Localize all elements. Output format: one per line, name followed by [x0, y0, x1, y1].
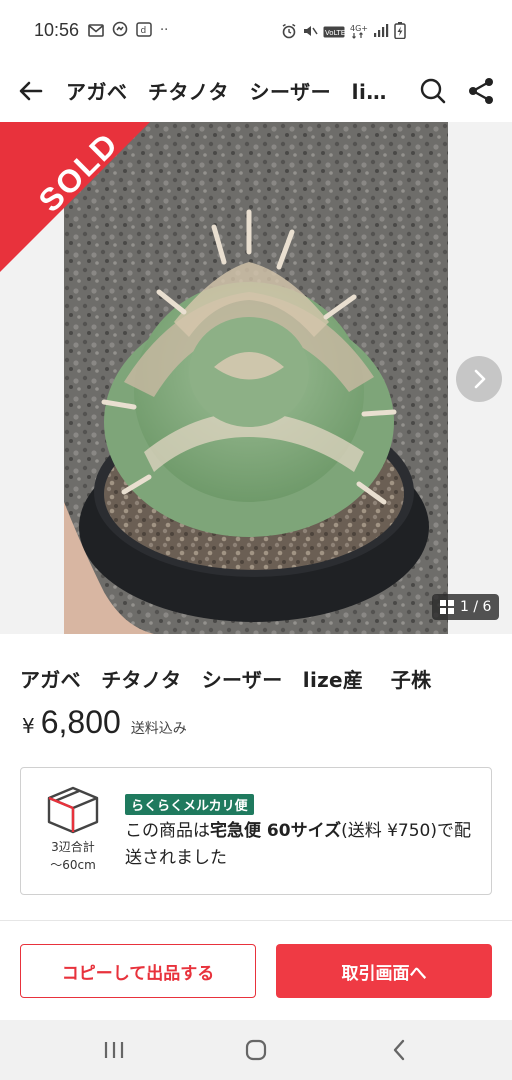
recents-button[interactable]	[98, 1034, 130, 1066]
mail-icon	[88, 22, 104, 41]
price-row: ¥ 6,800 送料込み	[22, 704, 187, 741]
status-right-icons: VoLTE 4G+	[281, 22, 406, 43]
currency-symbol: ¥	[22, 714, 35, 738]
messenger-icon	[112, 21, 128, 41]
svg-text:d: d	[141, 26, 147, 36]
item-price: 6,800	[40, 704, 121, 740]
next-image-button[interactable]	[456, 356, 502, 402]
copy-listing-button[interactable]: コピーして出品する	[20, 944, 256, 998]
status-bar: 10:56 d ·· VoLTE 4G+	[0, 0, 512, 62]
grid-icon	[440, 600, 454, 614]
search-icon	[420, 78, 446, 104]
alarm-icon	[281, 23, 297, 43]
back-chevron-icon	[393, 1039, 405, 1061]
shipping-included-label: 送料込み	[130, 721, 187, 737]
share-button[interactable]	[464, 74, 498, 108]
docomo-icon: d	[136, 21, 152, 41]
system-nav-bar	[0, 1020, 512, 1080]
size-caption: 3辺合計 〜60cm	[50, 840, 96, 872]
page-title: アガベ チタノタ シーザー lize産 子株	[66, 80, 396, 104]
back-button[interactable]	[14, 74, 48, 108]
sold-ribbon: SOLD	[0, 122, 170, 292]
shipping-description: この商品は宅急便 60サイズ(送料 ¥750)で配送されました	[125, 821, 472, 868]
status-left-icons: d ··	[88, 21, 168, 41]
image-counter-text: 1 / 6	[460, 599, 492, 615]
home-button[interactable]	[240, 1034, 272, 1066]
share-icon	[469, 78, 493, 104]
arrow-left-icon	[19, 81, 43, 101]
shipping-info-box: 3辺合計 〜60cm らくらくメルカリ便 この商品は宅急便 60サイズ(送料 ¥…	[20, 767, 492, 895]
recents-icon	[104, 1042, 124, 1058]
divider	[0, 920, 512, 921]
image-carousel[interactable]: SOLD 1 / 6	[0, 122, 512, 634]
battery-charging-icon	[394, 22, 406, 43]
system-back-button[interactable]	[384, 1034, 416, 1066]
item-title: アガベ チタノタ シーザー lize産 子株	[20, 668, 432, 692]
svg-text:VoLTE: VoLTE	[325, 29, 345, 37]
volte-icon: VoLTE	[323, 23, 345, 42]
status-time: 10:56	[34, 20, 80, 40]
package-icon	[43, 784, 103, 834]
search-button[interactable]	[416, 74, 450, 108]
go-to-transaction-button[interactable]: 取引画面へ	[276, 944, 492, 998]
home-icon	[245, 1039, 267, 1061]
mute-icon	[302, 23, 318, 43]
more-dots-icon: ··	[160, 23, 169, 38]
svg-text:4G+: 4G+	[350, 24, 368, 33]
signal-icon	[373, 23, 389, 42]
app-header: アガベ チタノタ シーザー lize産 子株	[0, 62, 512, 120]
image-counter: 1 / 6	[432, 594, 500, 620]
chevron-right-icon	[474, 369, 486, 389]
4g-icon: 4G+	[350, 23, 368, 43]
shipping-method-badge: らくらくメルカリ便	[125, 794, 254, 815]
